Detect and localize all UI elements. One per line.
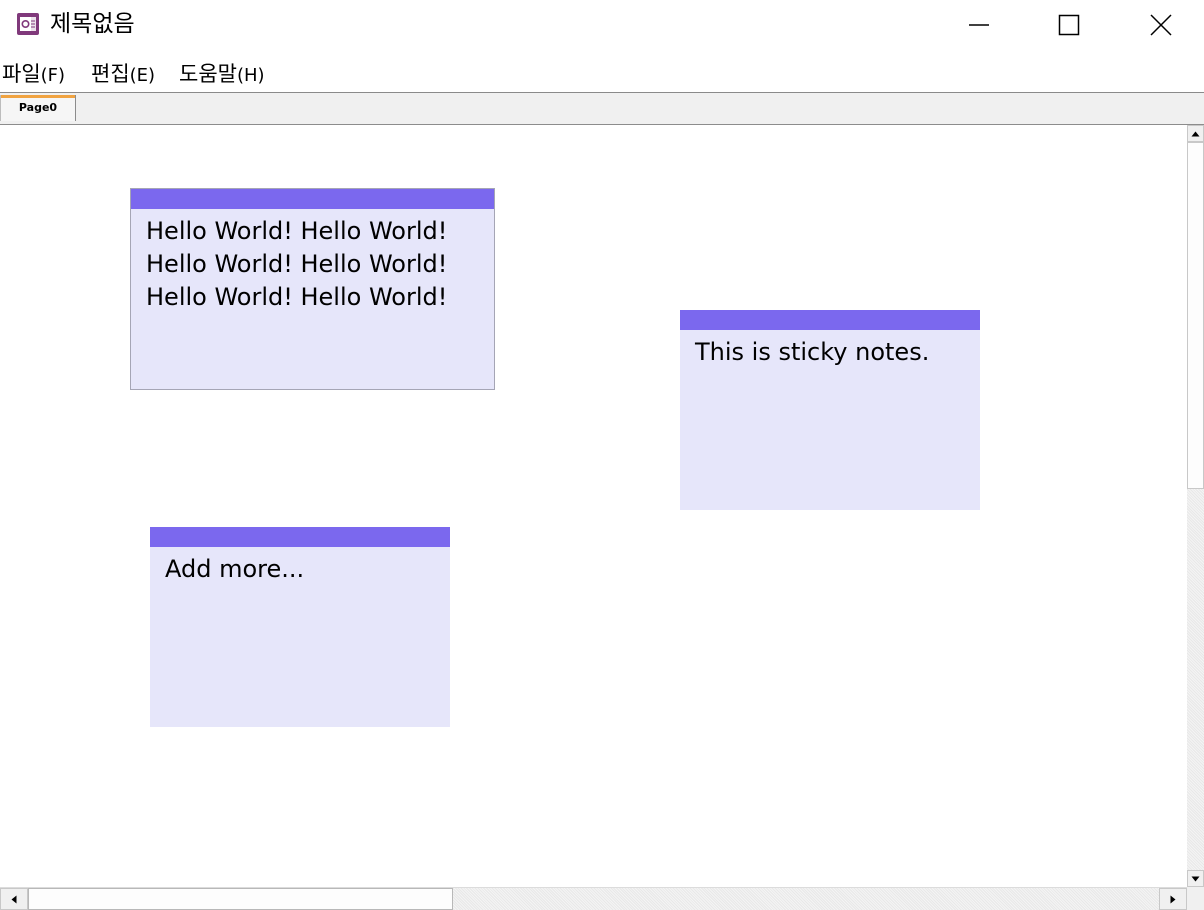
vertical-scroll-thumb[interactable] — [1187, 142, 1204, 489]
menu-file-accel: (F) — [40, 65, 66, 86]
horizontal-scroll-thumb[interactable] — [28, 888, 453, 910]
sticky-note[interactable]: Hello World! Hello World! Hello World! H… — [130, 188, 495, 390]
notes-canvas[interactable]: Hello World! Hello World! Hello World! H… — [0, 125, 1187, 887]
maximize-icon — [1058, 14, 1080, 36]
tab-label: Page0 — [18, 101, 58, 114]
note-drag-handle[interactable] — [131, 189, 494, 209]
tab-strip: Page0 — [0, 93, 1204, 125]
tab-page0[interactable]: Page0 — [0, 95, 76, 121]
scroll-left-button[interactable] — [0, 888, 28, 910]
menu-file-label: 파일 — [2, 62, 41, 86]
note-text[interactable]: This is sticky notes. — [695, 336, 970, 369]
menu-edit-label: 편집 — [91, 62, 130, 86]
scroll-right-button[interactable] — [1159, 888, 1187, 910]
note-text[interactable]: Hello World! Hello World! Hello World! H… — [146, 215, 484, 314]
app-window: 제목없음 파일(F) 편집(E) 도움말(H) Page0 Hello Worl… — [0, 0, 1204, 910]
minimize-button[interactable] — [934, 0, 1024, 50]
scrollbar-corner — [1187, 887, 1204, 910]
menu-help-accel: (H) — [236, 65, 265, 86]
arrow-right-icon — [1170, 895, 1176, 903]
close-button[interactable] — [1116, 0, 1204, 50]
minimize-icon — [969, 24, 989, 26]
close-icon — [1150, 14, 1172, 36]
menu-bar: 파일(F) 편집(E) 도움말(H) — [0, 56, 1204, 92]
maximize-button[interactable] — [1024, 0, 1114, 50]
scroll-down-button[interactable] — [1187, 870, 1204, 887]
window-title: 제목없음 — [50, 11, 135, 37]
menu-file[interactable]: 파일(F) — [2, 60, 65, 88]
note-text[interactable]: Add more... — [165, 553, 440, 586]
arrow-down-icon — [1191, 876, 1200, 881]
onenote-icon — [17, 13, 39, 35]
vertical-scrollbar[interactable] — [1187, 125, 1204, 887]
sticky-note[interactable]: Add more... — [150, 527, 450, 727]
note-drag-handle[interactable] — [680, 310, 980, 330]
menu-help[interactable]: 도움말(H) — [179, 60, 265, 88]
horizontal-scrollbar[interactable] — [0, 887, 1187, 910]
arrow-left-icon — [11, 895, 17, 903]
note-drag-handle[interactable] — [150, 527, 450, 547]
menu-edit[interactable]: 편집(E) — [91, 60, 155, 88]
arrow-up-icon — [1191, 131, 1200, 136]
menu-help-label: 도움말 — [179, 62, 237, 86]
title-bar[interactable]: 제목없음 — [0, 0, 1204, 50]
menu-edit-accel: (E) — [129, 65, 156, 86]
tab-active-indicator — [1, 95, 75, 98]
sticky-note[interactable]: This is sticky notes. — [680, 310, 980, 510]
scroll-up-button[interactable] — [1187, 125, 1204, 142]
